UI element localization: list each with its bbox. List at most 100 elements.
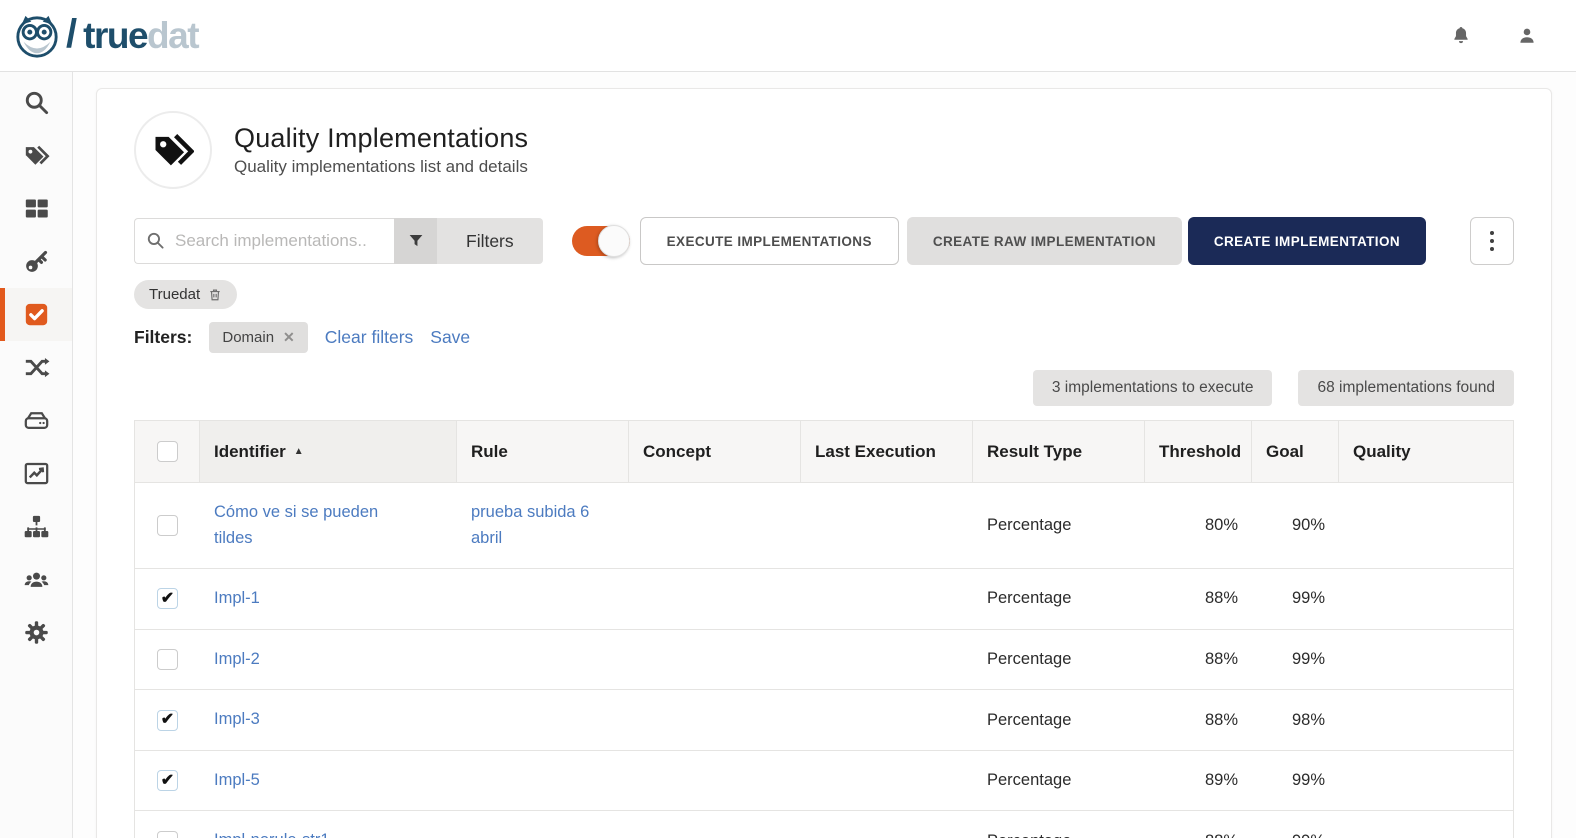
cell-identifier: Impl-3 (200, 690, 457, 750)
domain-pill-label: Truedat (149, 286, 200, 303)
user-icon[interactable] (1516, 25, 1538, 47)
notifications-bell-icon[interactable] (1450, 25, 1472, 47)
filters-button[interactable]: Filters (437, 218, 543, 264)
trash-icon[interactable] (208, 287, 222, 302)
cell-threshold: 80% (1145, 483, 1252, 568)
sidebar-item-dashboards[interactable] (0, 447, 72, 500)
execute-implementations-button[interactable]: EXECUTE IMPLEMENTATIONS (640, 217, 899, 265)
cell-goal: 99% (1252, 751, 1339, 811)
filters-bar-label: Filters: (134, 327, 192, 348)
identifier-link[interactable]: Impl-3 (214, 707, 260, 733)
toggle-knob (598, 225, 630, 257)
top-bar: / truedat (0, 0, 1576, 72)
row-checkbox[interactable] (157, 831, 178, 838)
implementations-table: Identifier ▲ Rule Concept Last Execution… (134, 420, 1514, 838)
more-options-button[interactable] (1470, 217, 1514, 265)
cell-last_execution (801, 811, 973, 838)
execute-mode-toggle[interactable] (572, 226, 630, 256)
page-header: Quality Implementations Quality implemen… (134, 111, 1514, 189)
header-identifier[interactable]: Identifier ▲ (200, 421, 457, 482)
cell-goal: 99% (1252, 811, 1339, 838)
header-concept[interactable]: Concept (629, 421, 801, 482)
content-card: Quality Implementations Quality implemen… (96, 88, 1552, 838)
kebab-icon (1490, 231, 1494, 235)
sidebar-item-sources[interactable] (0, 394, 72, 447)
sidebar-item-lineage[interactable] (0, 341, 72, 394)
table-header-row: Identifier ▲ Rule Concept Last Execution… (135, 421, 1513, 482)
row-select-cell (135, 690, 200, 750)
cell-rule: prueba subida 6 abril (457, 483, 629, 568)
sidebar-item-permissions[interactable] (0, 235, 72, 288)
create-implementation-button[interactable]: CREATE IMPLEMENTATION (1188, 217, 1426, 265)
sidebar-item-search[interactable] (0, 76, 72, 129)
row-checkbox[interactable] (157, 588, 178, 609)
header-rule[interactable]: Rule (457, 421, 629, 482)
cell-rule (457, 811, 629, 838)
save-filters-link[interactable]: Save (430, 327, 470, 348)
cell-last_execution (801, 690, 973, 750)
cell-last_execution (801, 751, 973, 811)
key-icon (23, 248, 50, 275)
cell-concept (629, 690, 801, 750)
cell-quality (1339, 811, 1513, 838)
row-checkbox[interactable] (157, 710, 178, 731)
filters-bar: Filters: Domain ✕ Clear filters Save (134, 322, 1514, 353)
funnel-icon (407, 232, 425, 250)
cell-rule (457, 569, 629, 629)
cell-identifier: Impl-norule-str1 (200, 811, 457, 838)
cell-identifier: Impl-1 (200, 569, 457, 629)
cell-threshold: 88% (1145, 569, 1252, 629)
cell-goal: 98% (1252, 690, 1339, 750)
cell-threshold: 88% (1145, 690, 1252, 750)
select-all-cell (135, 421, 200, 482)
header-last-execution[interactable]: Last Execution (801, 421, 973, 482)
cell-goal: 99% (1252, 569, 1339, 629)
identifier-link[interactable]: Impl-2 (214, 647, 260, 673)
sidebar-item-settings[interactable] (0, 606, 72, 659)
header-result-type[interactable]: Result Type (973, 421, 1145, 482)
active-domain-row: Truedat (134, 280, 1514, 309)
remove-filter-icon[interactable]: ✕ (283, 329, 295, 346)
header-quality[interactable]: Quality (1339, 421, 1513, 482)
cell-concept (629, 811, 801, 838)
search-icon (23, 89, 50, 116)
cell-threshold: 89% (1145, 751, 1252, 811)
row-checkbox[interactable] (157, 770, 178, 791)
filter-funnel-button[interactable] (394, 218, 437, 264)
header-goal[interactable]: Goal (1252, 421, 1339, 482)
create-raw-implementation-button[interactable]: CREATE RAW IMPLEMENTATION (907, 217, 1182, 265)
domain-pill[interactable]: Truedat (134, 280, 237, 309)
sidebar-item-users[interactable] (0, 553, 72, 606)
storage-icon (23, 407, 50, 434)
cell-concept (629, 630, 801, 690)
cell-rule (457, 690, 629, 750)
sidebar-item-catalog[interactable] (0, 182, 72, 235)
row-checkbox[interactable] (157, 649, 178, 670)
row-select-cell (135, 811, 200, 838)
identifier-link[interactable]: Impl-norule-str1 (214, 828, 330, 838)
identifier-link[interactable]: Impl-1 (214, 586, 260, 612)
cell-quality (1339, 690, 1513, 750)
filter-chip-label: Domain (222, 329, 274, 346)
cell-last_execution (801, 569, 973, 629)
select-all-checkbox[interactable] (157, 441, 178, 462)
identifier-link[interactable]: Cómo ve si se pueden tildes (214, 500, 390, 551)
filter-chip-domain[interactable]: Domain ✕ (209, 322, 307, 353)
cell-concept (629, 569, 801, 629)
cell-identifier: Cómo ve si se pueden tildes (200, 483, 457, 568)
header-threshold[interactable]: Threshold (1145, 421, 1252, 482)
truedat-logo[interactable]: / truedat (14, 12, 198, 59)
row-checkbox[interactable] (157, 515, 178, 536)
sidebar-item-taxonomy[interactable] (0, 500, 72, 553)
cell-goal: 99% (1252, 630, 1339, 690)
cell-rule (457, 630, 629, 690)
owl-logo-icon (14, 13, 60, 59)
search-input[interactable] (134, 218, 394, 264)
clear-filters-link[interactable]: Clear filters (325, 327, 414, 348)
row-select-cell (135, 630, 200, 690)
rule-link[interactable]: prueba subida 6 abril (471, 500, 599, 551)
identifier-link[interactable]: Impl-5 (214, 768, 260, 794)
sidebar-item-glossary[interactable] (0, 129, 72, 182)
cell-identifier: Impl-2 (200, 630, 457, 690)
sidebar-item-quality[interactable] (0, 288, 72, 341)
